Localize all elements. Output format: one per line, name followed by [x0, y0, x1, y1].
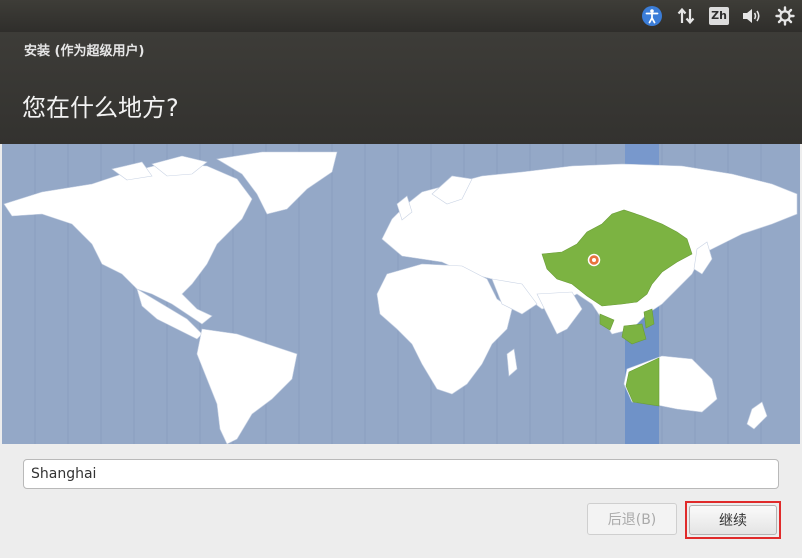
continue-button[interactable]: 继续 [689, 505, 777, 535]
back-button[interactable]: 后退(B) [587, 503, 677, 535]
window-title: 安装 (作为超级用户) [24, 44, 145, 59]
volume-icon[interactable] [740, 6, 764, 26]
installer-header: 安装 (作为超级用户) 您在什么地方? [0, 32, 802, 144]
location-marker [587, 253, 601, 267]
timezone-map[interactable] [2, 144, 800, 445]
location-input[interactable] [23, 459, 779, 489]
accessibility-icon[interactable] [641, 6, 663, 26]
settings-gear-icon[interactable] [774, 6, 796, 26]
top-panel: Zh [0, 0, 802, 32]
keyboard-language-icon[interactable]: Zh [708, 6, 730, 26]
keyboard-language-label: Zh [709, 7, 729, 25]
page-title: 您在什么地方? [22, 94, 179, 122]
network-icon[interactable] [675, 6, 697, 26]
